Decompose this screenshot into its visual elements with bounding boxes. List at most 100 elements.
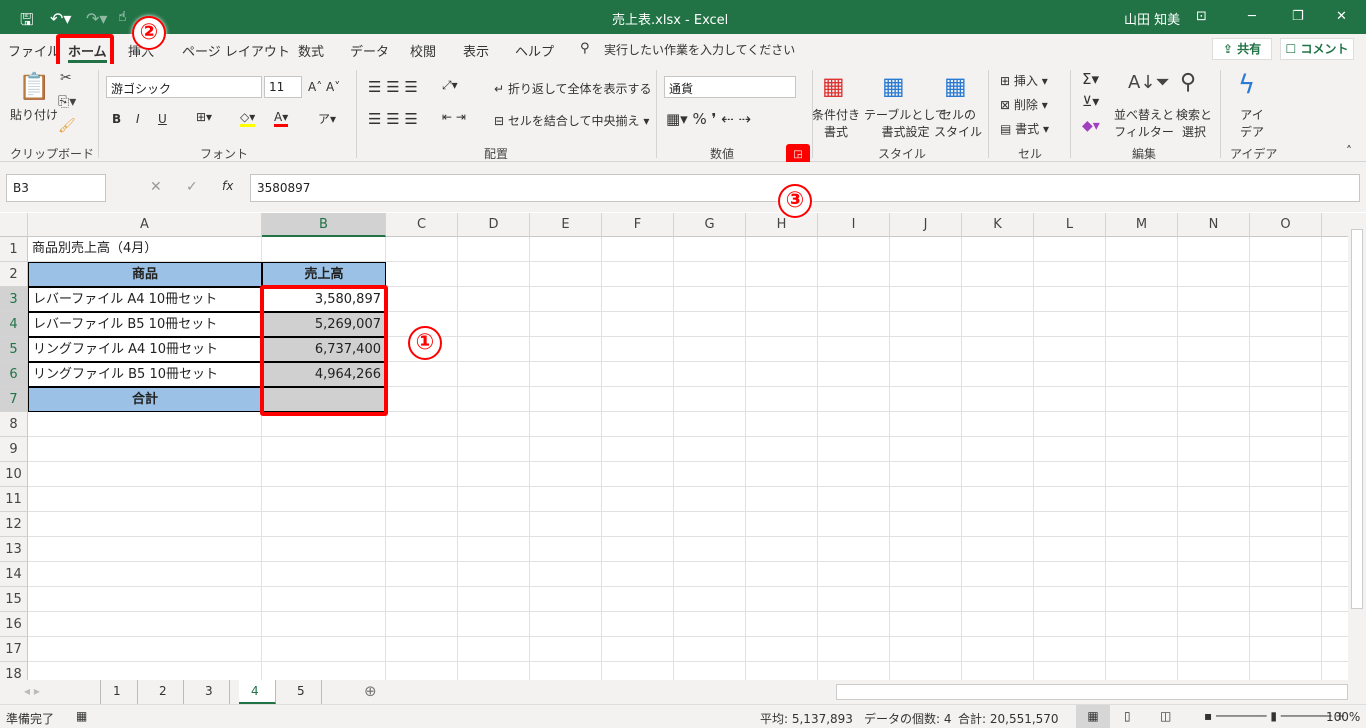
cell[interactable] xyxy=(1178,612,1250,637)
column-header-B[interactable]: B xyxy=(262,213,386,237)
horizontal-align-icons[interactable]: ☰ ☰ ☰ xyxy=(368,110,418,128)
vertical-scrollbar[interactable] xyxy=(1348,213,1366,680)
cell[interactable] xyxy=(1106,562,1178,587)
sheet-tab-4月[interactable]: 4月 xyxy=(239,680,276,720)
cell[interactable] xyxy=(1034,412,1106,437)
cell[interactable] xyxy=(1034,437,1106,462)
cell[interactable] xyxy=(458,287,530,312)
cell[interactable] xyxy=(1106,487,1178,512)
clear-icon[interactable]: ◆▾ xyxy=(1082,118,1100,134)
sheet-tab-1月[interactable]: 1月 xyxy=(101,680,138,720)
cell[interactable] xyxy=(1250,487,1322,512)
sort-filter-icon[interactable]: A↓⏷ xyxy=(1128,72,1170,93)
cell[interactable] xyxy=(674,237,746,262)
cell[interactable] xyxy=(602,337,674,362)
cell[interactable] xyxy=(1178,662,1250,680)
cell[interactable] xyxy=(962,412,1034,437)
cell[interactable] xyxy=(674,412,746,437)
cell[interactable] xyxy=(1322,637,1348,662)
cell[interactable] xyxy=(530,387,602,412)
column-header-K[interactable]: K xyxy=(962,213,1034,237)
cell[interactable] xyxy=(602,287,674,312)
insert-cells-button[interactable]: ⊞ 挿入 ▾ xyxy=(1000,72,1048,89)
cell[interactable] xyxy=(1106,312,1178,337)
cell[interactable] xyxy=(1322,587,1348,612)
zoom-slider[interactable]: ▪ ─────── ▮ ─────── + xyxy=(1204,709,1345,723)
column-header-E[interactable]: E xyxy=(530,213,602,237)
cell[interactable] xyxy=(262,537,386,562)
format-painter-icon[interactable]: 🖌 xyxy=(58,118,76,134)
cell[interactable] xyxy=(746,337,818,362)
cell[interactable] xyxy=(1106,287,1178,312)
cell[interactable] xyxy=(1106,412,1178,437)
cell[interactable] xyxy=(818,387,890,412)
number-format-select[interactable]: 通貨 xyxy=(664,76,796,98)
cell[interactable] xyxy=(386,462,458,487)
cell[interactable] xyxy=(1322,662,1348,680)
cell[interactable] xyxy=(962,312,1034,337)
column-header-G[interactable]: G xyxy=(674,213,746,237)
cell[interactable] xyxy=(458,262,530,287)
cell[interactable] xyxy=(1034,612,1106,637)
cell[interactable] xyxy=(1106,587,1178,612)
cell[interactable] xyxy=(1106,237,1178,262)
row-header-2[interactable]: 2 xyxy=(0,262,28,287)
cell[interactable] xyxy=(1034,337,1106,362)
select-all-corner[interactable] xyxy=(0,213,28,237)
row-header-17[interactable]: 17 xyxy=(0,637,28,662)
tab-data[interactable]: データ xyxy=(350,41,389,60)
cell[interactable] xyxy=(1106,462,1178,487)
name-box[interactable]: B3 xyxy=(6,174,106,202)
cell[interactable] xyxy=(962,337,1034,362)
cell[interactable] xyxy=(530,662,602,680)
cell[interactable] xyxy=(674,287,746,312)
cell[interactable] xyxy=(746,387,818,412)
cell[interactable] xyxy=(602,412,674,437)
sort-filter-button[interactable]: 並べ替えと フィルター xyxy=(1114,106,1174,140)
row-header-11[interactable]: 11 xyxy=(0,487,28,512)
cell[interactable] xyxy=(746,487,818,512)
font-size-select[interactable]: 11 xyxy=(264,76,302,98)
product-name-cell[interactable]: リングファイル B5 10冊セット xyxy=(28,362,262,387)
cell[interactable] xyxy=(1250,612,1322,637)
cell[interactable] xyxy=(1250,287,1322,312)
cell[interactable] xyxy=(1178,487,1250,512)
user-name[interactable]: 山田 知美 xyxy=(1124,9,1180,28)
cell[interactable] xyxy=(818,337,890,362)
total-label-cell[interactable]: 合計 xyxy=(28,387,262,412)
cell[interactable] xyxy=(262,662,386,680)
merge-center-button[interactable]: ⊟ セルを結合して中央揃え ▾ xyxy=(494,112,649,129)
cell[interactable] xyxy=(1250,637,1322,662)
cell[interactable] xyxy=(1250,362,1322,387)
cell[interactable] xyxy=(262,637,386,662)
italic-button[interactable]: I xyxy=(136,112,140,126)
cell[interactable] xyxy=(1178,237,1250,262)
tab-review[interactable]: 校閲 xyxy=(410,41,436,60)
new-sheet-icon[interactable]: ⊕ xyxy=(364,682,377,700)
cell[interactable] xyxy=(1034,312,1106,337)
cell[interactable] xyxy=(962,362,1034,387)
phonetic-icon[interactable]: ア▾ xyxy=(318,110,336,127)
cell[interactable] xyxy=(890,387,962,412)
cell[interactable] xyxy=(262,612,386,637)
cell[interactable] xyxy=(1034,662,1106,680)
close-icon[interactable]: ✕ xyxy=(1336,9,1347,24)
conditional-format-button[interactable]: 条件付き 書式 xyxy=(812,106,860,140)
cell[interactable] xyxy=(602,512,674,537)
cell[interactable] xyxy=(890,262,962,287)
cell[interactable] xyxy=(1250,337,1322,362)
cell[interactable] xyxy=(262,587,386,612)
row-header-18[interactable]: 18 xyxy=(0,662,28,680)
cell[interactable] xyxy=(530,537,602,562)
tell-me-search[interactable]: 実行したい作業を入力してください xyxy=(604,41,795,58)
insert-function-button[interactable]: fx xyxy=(222,179,233,193)
cell-styles-button[interactable]: セルの スタイル xyxy=(934,106,982,140)
cell[interactable] xyxy=(458,387,530,412)
cell[interactable] xyxy=(1034,362,1106,387)
cell[interactable] xyxy=(530,237,602,262)
column-header-A[interactable]: A xyxy=(28,213,262,237)
cancel-icon[interactable]: ✕ xyxy=(150,179,162,195)
cell[interactable] xyxy=(386,662,458,680)
column-header-F[interactable]: F xyxy=(602,213,674,237)
cell[interactable] xyxy=(818,237,890,262)
